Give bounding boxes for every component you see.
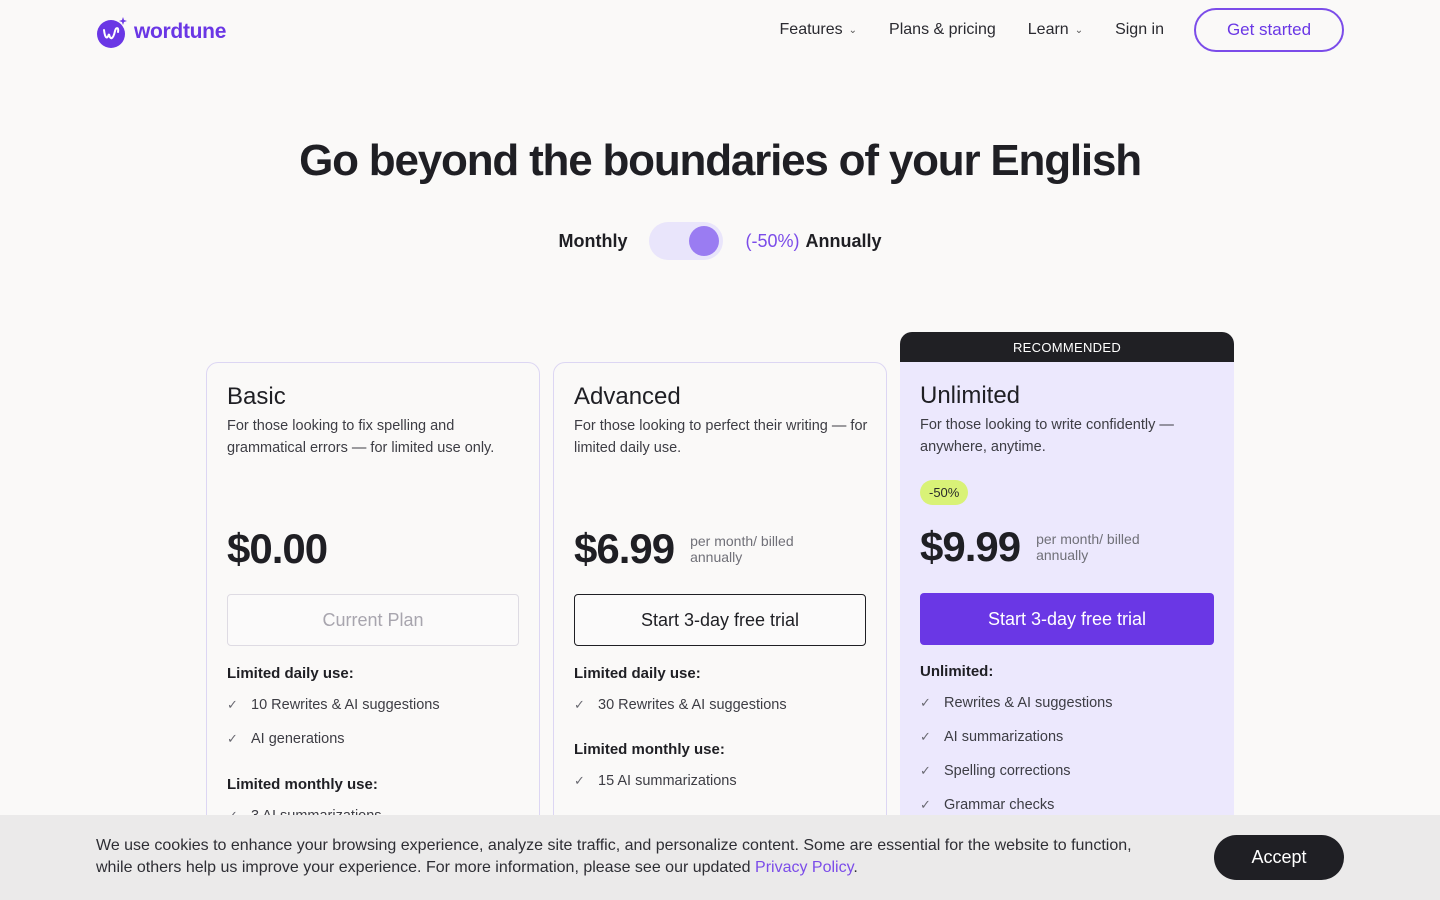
feature-item: ✓ AI generations — [227, 722, 523, 756]
nav-features[interactable]: Features ⌄ — [780, 21, 858, 39]
plan-card-unlimited: Unlimited For those looking to write con… — [900, 362, 1234, 842]
feature-section-title: Limited monthly use: — [574, 741, 725, 758]
billing-annually-label[interactable]: Annually — [806, 231, 882, 252]
feature-text: Spelling corrections — [944, 763, 1071, 779]
plan-card-basic: Basic For those looking to fix spelling … — [206, 362, 540, 842]
feature-section-title: Limited monthly use: — [227, 776, 378, 793]
check-icon: ✓ — [920, 763, 931, 778]
feature-item: ✓ 10 Rewrites & AI suggestions — [227, 688, 523, 722]
nav-sign-in[interactable]: Sign in — [1115, 21, 1164, 39]
nav-plans-pricing-label: Plans & pricing — [889, 21, 996, 38]
check-icon: ✓ — [227, 697, 238, 712]
plan-price: $0.00 — [227, 525, 328, 572]
feature-section: Limited daily use: ✓ 10 Rewrites & AI sug… — [227, 665, 523, 756]
feature-item: ✓ 15 AI summarizations — [574, 764, 870, 798]
plan-price: $6.99 — [574, 525, 675, 572]
toggle-knob — [689, 226, 720, 256]
price-period: per month/ billed annually — [1036, 531, 1140, 563]
discount-badge: -50% — [920, 480, 969, 505]
check-icon: ✓ — [920, 797, 931, 812]
feature-text: AI generations — [251, 731, 345, 747]
current-plan-button[interactable]: Current Plan — [227, 594, 519, 646]
plan-description: For those looking to write confidently —… — [920, 417, 1174, 455]
plan-price: $9.99 — [920, 523, 1021, 570]
check-icon: ✓ — [920, 695, 931, 710]
site-header: wordtune Features ⌄ Plans & pricing Lear… — [0, 0, 1440, 64]
feature-item: ✓ 30 Rewrites & AI suggestions — [574, 688, 870, 722]
plan-name: Unlimited — [920, 382, 1021, 409]
feature-text: 30 Rewrites & AI suggestions — [598, 697, 787, 713]
billing-toggle-row: Monthly (-50%) Annually — [0, 222, 1440, 260]
plan-description: For those looking to perfect their writi… — [574, 418, 868, 456]
feature-item: ✓ Rewrites & AI suggestions — [920, 686, 1216, 720]
feature-item: ✓ AI summarizations — [920, 720, 1216, 754]
privacy-policy-link[interactable]: Privacy Policy — [755, 859, 853, 876]
accept-cookies-button[interactable]: Accept — [1214, 835, 1344, 880]
cookie-message: We use cookies to enhance your browsing … — [96, 835, 1136, 879]
billing-toggle[interactable] — [649, 222, 724, 260]
feature-text: 15 AI summarizations — [598, 773, 737, 789]
plan-description: For those looking to fix spelling and gr… — [227, 418, 495, 456]
plan-name: Basic — [227, 383, 286, 410]
feature-item: ✓ Spelling corrections — [920, 754, 1216, 788]
plan-name: Advanced — [574, 383, 681, 410]
cookie-text: We use cookies to enhance your browsing … — [96, 837, 1132, 876]
feature-text: AI summarizations — [944, 729, 1064, 745]
chevron-down-icon: ⌄ — [1074, 24, 1084, 36]
feature-section: Unlimited: ✓ Rewrites & AI suggestions ✓ A… — [920, 663, 1216, 822]
price-row: $0.00 — [227, 525, 328, 573]
price-period: per month/ billed annually — [690, 533, 794, 565]
feature-section-title: Unlimited: — [920, 663, 994, 680]
feature-section: Limited monthly use: ✓ 15 AI summarizatio… — [574, 741, 870, 798]
check-icon: ✓ — [920, 729, 931, 744]
cookie-text-end: . — [853, 859, 858, 876]
wordtune-logo-icon — [96, 16, 128, 48]
main-nav: Features ⌄ Plans & pricing Learn ⌄ Sign … — [748, 8, 1344, 52]
chevron-down-icon: ⌄ — [848, 24, 858, 36]
check-icon: ✓ — [574, 773, 585, 788]
wordtune-logo[interactable]: wordtune — [96, 12, 226, 52]
get-started-button[interactable]: Get started — [1194, 8, 1344, 52]
cookie-banner: We use cookies to enhance your browsing … — [0, 815, 1440, 900]
start-trial-button[interactable]: Start 3-day free trial — [920, 593, 1214, 645]
feature-text: Grammar checks — [944, 797, 1055, 813]
wordtune-logo-text: wordtune — [134, 20, 227, 43]
start-trial-button[interactable]: Start 3-day free trial — [574, 594, 866, 646]
plan-card-advanced: Advanced For those looking to perfect th… — [553, 362, 887, 842]
check-icon: ✓ — [227, 731, 238, 746]
feature-section-title: Limited daily use: — [227, 665, 354, 682]
feature-text: Rewrites & AI suggestions — [944, 695, 1113, 711]
nav-learn[interactable]: Learn ⌄ — [1028, 21, 1083, 39]
feature-text: 10 Rewrites & AI suggestions — [251, 697, 440, 713]
nav-features-label: Features — [779, 21, 843, 38]
annual-discount-label: (-50%) — [745, 230, 800, 251]
nav-learn-label: Learn — [1027, 21, 1069, 38]
check-icon: ✓ — [574, 697, 585, 712]
price-row: $9.99 per month/ billed annually — [920, 523, 1166, 571]
billing-monthly-label[interactable]: Monthly — [558, 231, 627, 252]
page-title: Go beyond the boundaries of your English — [299, 136, 1142, 185]
feature-section-title: Limited daily use: — [574, 665, 701, 682]
nav-sign-in-label: Sign in — [1115, 21, 1164, 38]
price-row: $6.99 per month/ billed annually — [574, 525, 820, 573]
feature-section: Limited daily use: ✓ 30 Rewrites & AI sug… — [574, 665, 870, 722]
nav-plans-pricing[interactable]: Plans & pricing — [889, 21, 996, 39]
recommended-ribbon: RECOMMENDED — [900, 332, 1234, 362]
